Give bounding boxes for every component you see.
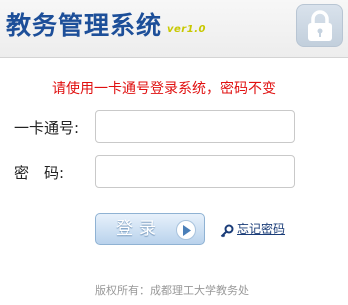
lock-icon (296, 4, 343, 47)
copyright-text: 版权所有：成都理工大学教务处 (95, 284, 249, 297)
play-arrow-icon (176, 220, 196, 240)
login-notice: 请使用一卡通号登录系统，密码不变 (52, 81, 276, 97)
page-title: 教务管理系统 (6, 11, 163, 40)
login-button-label: 登录 (116, 219, 162, 239)
card-number-label: 一卡通号: (14, 119, 80, 137)
key-icon (220, 223, 234, 242)
login-button[interactable]: 登录 (95, 213, 205, 245)
password-input[interactable] (95, 155, 295, 188)
card-number-input[interactable] (95, 110, 295, 143)
header: 教务管理系统 ver1.0 (0, 0, 348, 58)
password-label: 密 码: (14, 164, 65, 182)
forgot-password-link[interactable]: 忘记密码 (237, 222, 285, 237)
version-badge: ver1.0 (167, 24, 206, 35)
